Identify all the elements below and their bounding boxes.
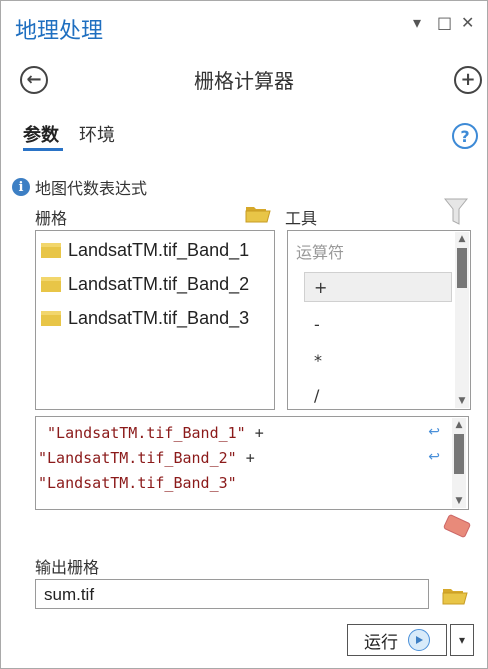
- info-icon: i: [12, 178, 30, 196]
- browse-folder-icon[interactable]: [245, 203, 271, 223]
- raster-name: LandsatTM.tif_Band_1: [68, 239, 250, 260]
- active-tab-indicator: [23, 148, 63, 151]
- list-item[interactable]: LandsatTM.tif_Band_3: [40, 304, 249, 332]
- raster-layer-icon: [41, 311, 61, 326]
- expression-editor[interactable]: "LandsatTM.tif_Band_1" + ↩ "LandsatTM.ti…: [35, 416, 469, 510]
- raster-name: LandsatTM.tif_Band_3: [68, 307, 250, 328]
- map-algebra-label: 地图代数表达式: [35, 179, 148, 198]
- scroll-down-icon[interactable]: ▼: [452, 495, 466, 507]
- scrollbar-thumb[interactable]: [454, 434, 464, 474]
- raster-name: LandsatTM.tif_Band_2: [68, 273, 250, 294]
- rasters-list: LandsatTM.tif_Band_1 LandsatTM.tif_Band_…: [35, 230, 275, 410]
- run-dropdown-icon[interactable]: ▾: [450, 624, 474, 656]
- expression-text: "LandsatTM.tif_Band_1": [38, 424, 246, 442]
- list-item[interactable]: LandsatTM.tif_Band_1: [40, 236, 249, 264]
- raster-layer-icon: [41, 243, 61, 258]
- output-raster-label: 输出栅格: [35, 558, 100, 577]
- geoprocessing-pane: 地理处理 ▾ □ ✕ ← 栅格计算器 + 参数 环境 ? i 地图代数表达式 栅…: [0, 0, 488, 669]
- pane-title: 地理处理: [15, 19, 104, 44]
- expression-operator: +: [236, 449, 255, 467]
- operator-divide[interactable]: /: [314, 386, 319, 405]
- expression-line: "LandsatTM.tif_Band_1" +: [38, 424, 264, 442]
- scroll-down-icon[interactable]: ▼: [455, 395, 469, 407]
- operators-list: 运算符 + - * / ▲ ▼: [287, 230, 471, 410]
- operator-multiply[interactable]: *: [314, 351, 322, 370]
- scrollbar-thumb[interactable]: [457, 248, 467, 288]
- pane-restore-icon[interactable]: □: [437, 13, 452, 32]
- tab-environments[interactable]: 环境: [79, 121, 115, 147]
- scroll-up-icon[interactable]: ▲: [455, 233, 469, 245]
- line-wrap-icon: ↩: [428, 449, 440, 465]
- help-icon[interactable]: ?: [452, 123, 478, 149]
- tab-parameters[interactable]: 参数: [23, 121, 59, 147]
- clear-expression-icon[interactable]: [442, 513, 472, 539]
- operator-plus[interactable]: +: [314, 278, 327, 297]
- output-folder-icon[interactable]: [442, 585, 468, 605]
- tool-title: 栅格计算器: [194, 69, 294, 93]
- pane-menu-icon[interactable]: ▾: [413, 13, 421, 32]
- rasters-label: 栅格: [35, 209, 68, 228]
- expression-operator: +: [245, 424, 264, 442]
- operators-header: 运算符: [296, 243, 345, 262]
- play-icon: [408, 629, 430, 651]
- list-item[interactable]: LandsatTM.tif_Band_2: [40, 270, 249, 298]
- expression-line: "LandsatTM.tif_Band_2" +: [38, 449, 255, 467]
- pane-close-icon[interactable]: ✕: [461, 13, 474, 32]
- run-label: 运行: [364, 632, 398, 653]
- run-button[interactable]: 运行: [347, 624, 447, 656]
- expression-line: "LandsatTM.tif_Band_3": [38, 474, 237, 492]
- expression-text: "LandsatTM.tif_Band_3": [38, 474, 237, 492]
- add-icon[interactable]: +: [454, 66, 482, 94]
- expression-text: "LandsatTM.tif_Band_2": [38, 449, 237, 467]
- output-raster-field[interactable]: sum.tif: [35, 579, 429, 609]
- expression-scrollbar[interactable]: ▲ ▼: [452, 418, 466, 508]
- operator-minus[interactable]: -: [314, 315, 320, 334]
- raster-layer-icon: [41, 277, 61, 292]
- operators-scrollbar[interactable]: ▲ ▼: [455, 232, 469, 408]
- filter-icon[interactable]: [444, 197, 468, 227]
- tools-label: 工具: [285, 209, 318, 228]
- line-wrap-icon: ↩: [428, 424, 440, 440]
- scroll-up-icon[interactable]: ▲: [452, 419, 466, 431]
